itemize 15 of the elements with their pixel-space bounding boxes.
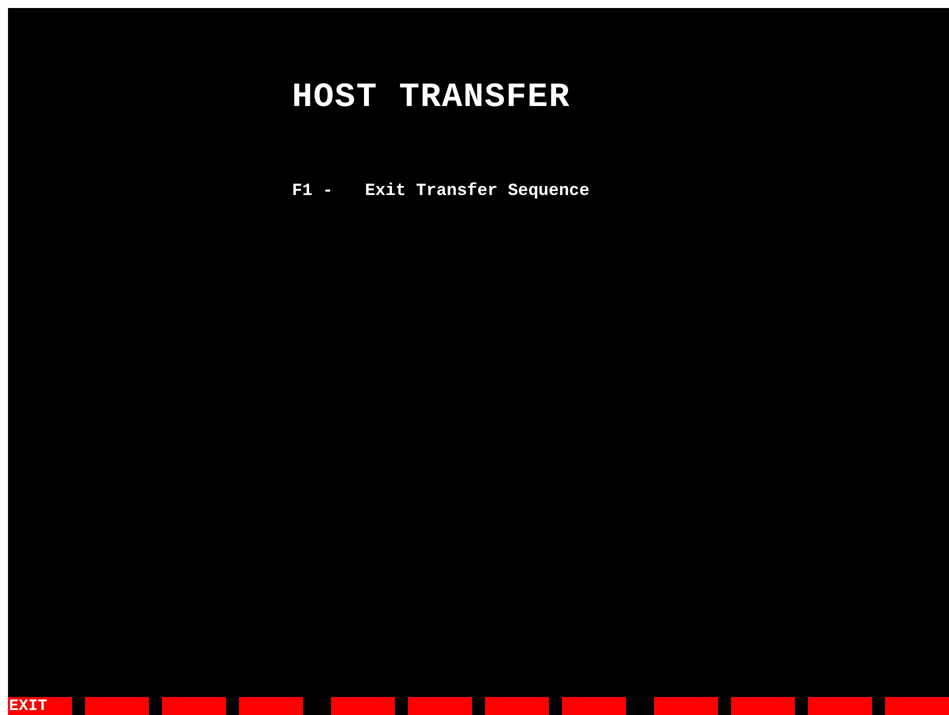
soft-key[interactable]: EXIT bbox=[8, 697, 72, 715]
blank-soft-key[interactable] bbox=[885, 697, 949, 715]
blank-soft-key[interactable] bbox=[562, 697, 626, 715]
blank-soft-key[interactable] bbox=[331, 697, 395, 715]
blank-soft-key[interactable] bbox=[485, 697, 549, 715]
option-text: Exit Transfer Sequence bbox=[365, 182, 590, 202]
blank-soft-key[interactable] bbox=[239, 697, 303, 715]
blank-soft-key[interactable] bbox=[808, 697, 872, 715]
blank-soft-key[interactable] bbox=[731, 697, 795, 715]
blank-soft-key[interactable] bbox=[85, 697, 149, 715]
blank-soft-key[interactable] bbox=[408, 697, 472, 715]
function-key-label: F1 - bbox=[292, 182, 334, 202]
blank-soft-key[interactable] bbox=[162, 697, 226, 715]
screen-title: HOST TRANSFER bbox=[292, 78, 570, 118]
blank-soft-key[interactable] bbox=[654, 697, 718, 715]
